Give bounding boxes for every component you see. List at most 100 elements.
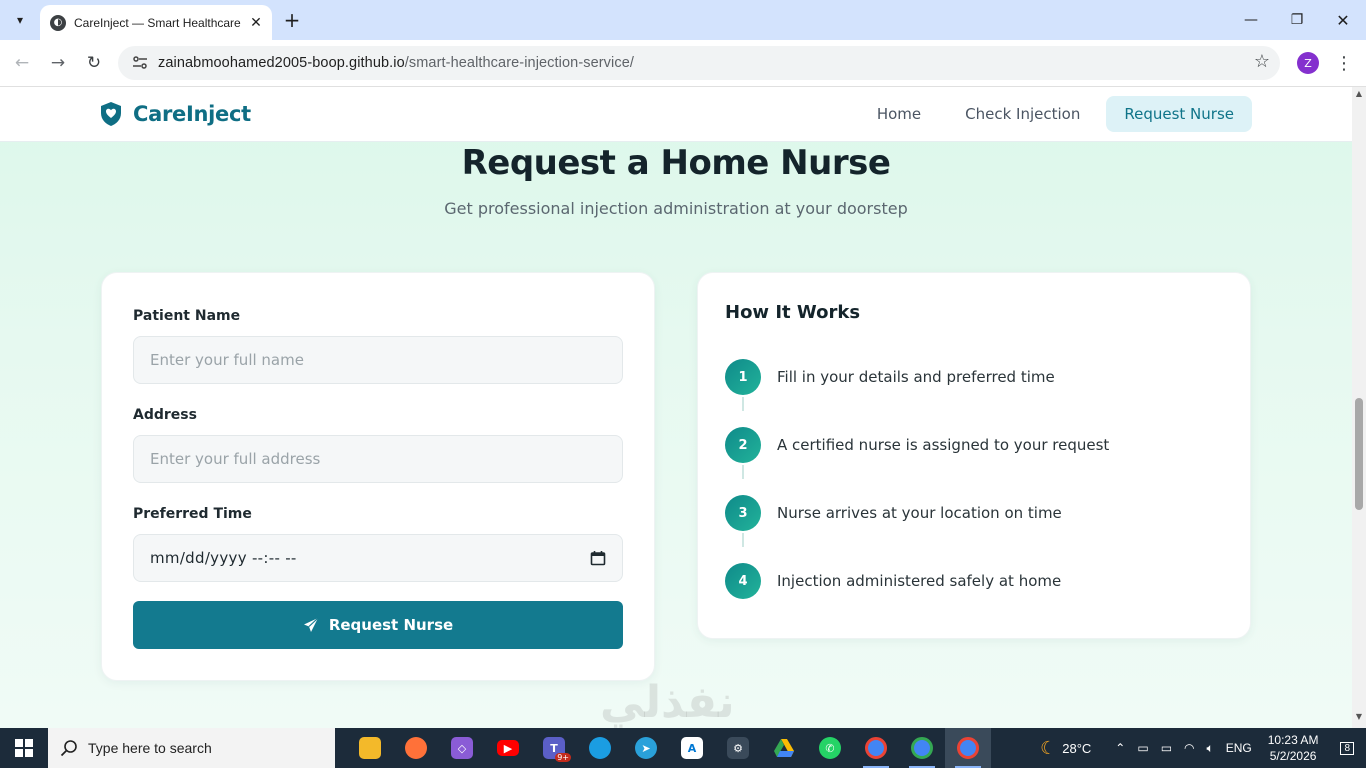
firefox-icon[interactable] — [393, 728, 439, 768]
shield-heart-icon — [101, 102, 121, 126]
app-icon[interactable]: ⚙ — [715, 728, 761, 768]
step-text: Fill in your details and preferred time — [777, 368, 1055, 386]
preferred-time-label: Preferred Time — [133, 506, 252, 522]
how-it-works-card: How It Works 1 Fill in your details and … — [697, 272, 1251, 639]
teams-badge: 9+ — [555, 753, 571, 762]
system-tray: ☾ 28°C ⌃ ▭ ▭ ◠ 🔈︎ ENG 10:23 AM 5/2/2026 … — [1034, 728, 1366, 768]
browser-tab[interactable]: ◐ CareInject — Smart Healthcare ✕ — [40, 5, 272, 40]
visual-studio-icon[interactable]: ◇ — [439, 728, 485, 768]
address-bar[interactable]: zainabmoohamed2005-boop.github.io/smart-… — [118, 46, 1280, 80]
forward-icon[interactable]: → — [45, 50, 71, 76]
profile-avatar[interactable]: Z — [1297, 52, 1319, 74]
request-nurse-button-label: Request Nurse — [328, 616, 454, 634]
page-subtitle: Get professional injection administratio… — [444, 199, 908, 218]
url-path: /smart-healthcare-injection-service/ — [404, 55, 635, 71]
step-text: Nurse arrives at your location on time — [777, 504, 1062, 522]
moon-weather-icon: ☾ — [1040, 737, 1057, 758]
language-indicator[interactable]: ENG — [1220, 741, 1258, 755]
browser-menu-icon[interactable]: ⋮ — [1334, 50, 1354, 76]
nav-request-nurse[interactable]: Request Nurse — [1106, 96, 1252, 132]
nav-home[interactable]: Home — [859, 96, 939, 132]
patient-name-label: Patient Name — [133, 308, 241, 324]
step-number: 2 — [725, 427, 761, 463]
step-connector — [742, 465, 744, 479]
weather-temp: 28°C — [1062, 740, 1092, 756]
chrome-profile-z-icon[interactable] — [899, 728, 945, 768]
new-tab-icon[interactable]: + — [280, 8, 304, 32]
reload-icon[interactable]: ↻ — [81, 50, 107, 76]
taskbar-search[interactable]: Type here to search — [48, 728, 335, 768]
browser-toolbar: ← → ↻ zainabmoohamed2005-boop.github.io/… — [0, 40, 1366, 87]
tab-search-menu-icon[interactable]: ▾ — [8, 8, 32, 32]
bookmark-star-icon[interactable]: ☆ — [1254, 51, 1270, 72]
notification-count: 8 — [1340, 741, 1354, 755]
chrome-profile-e-icon[interactable] — [853, 728, 899, 768]
step-item: 2 A certified nurse is assigned to your … — [725, 427, 1109, 463]
tab-favicon-icon: ◐ — [50, 14, 66, 31]
browser-tabstrip: ▾ ◐ CareInject — Smart Healthcare ✕ + — … — [0, 0, 1366, 40]
scroll-down-icon[interactable]: ▼ — [1352, 712, 1366, 724]
azure-icon[interactable]: A — [669, 728, 715, 768]
taskbar: Type here to search ◇ ▶ T 9+ ➤ A ⚙ ✆ ☾ 28… — [0, 728, 1366, 768]
url-text: zainabmoohamed2005-boop.github.io/smart-… — [158, 55, 634, 71]
close-window-icon[interactable]: ✕ — [1320, 0, 1366, 40]
youtube-icon[interactable]: ▶ — [485, 728, 531, 768]
weather-widget[interactable]: ☾ 28°C — [1034, 738, 1097, 759]
search-icon — [60, 740, 77, 757]
step-number: 3 — [725, 495, 761, 531]
wifi-icon[interactable]: ◠ — [1178, 741, 1200, 755]
step-number: 4 — [725, 563, 761, 599]
address-label: Address — [133, 407, 197, 423]
calendar-icon[interactable] — [590, 550, 606, 566]
volume-icon[interactable]: 🔈︎ — [1201, 741, 1220, 756]
notification-center-icon[interactable]: 8 — [1328, 741, 1366, 755]
tab-close-icon[interactable]: ✕ — [248, 15, 264, 31]
search-placeholder: Type here to search — [88, 740, 212, 756]
show-hidden-icons-icon[interactable]: ⌃ — [1109, 741, 1131, 755]
site-info-icon[interactable] — [128, 51, 152, 75]
whatsapp-icon[interactable]: ✆ — [807, 728, 853, 768]
clock[interactable]: 10:23 AM 5/2/2026 — [1258, 732, 1329, 764]
clock-time: 10:23 AM — [1267, 733, 1319, 747]
request-form-card: Patient Name Address Preferred Time mm/d… — [101, 272, 655, 681]
tab-title: CareInject — Smart Healthcare — [74, 15, 241, 30]
request-nurse-button[interactable]: Request Nurse — [133, 601, 623, 649]
step-connector — [742, 533, 744, 547]
preferred-time-value: mm/dd/yyyy --:-- -- — [150, 549, 297, 567]
how-it-works-title: How It Works — [725, 302, 861, 323]
preferred-time-input[interactable]: mm/dd/yyyy --:-- -- — [133, 534, 623, 582]
back-icon[interactable]: ← — [9, 50, 35, 76]
page-viewport: CareInject Home Check Injection Request … — [0, 87, 1352, 728]
step-connector — [742, 397, 744, 411]
brand-logo[interactable]: CareInject — [99, 101, 251, 127]
telegram-icon[interactable]: ➤ — [623, 728, 669, 768]
step-text: A certified nurse is assigned to your re… — [777, 436, 1110, 454]
google-drive-icon[interactable] — [761, 728, 807, 768]
main-nav: Home Check Injection Request Nurse — [859, 96, 1252, 132]
restore-icon[interactable]: ❐ — [1274, 0, 1320, 40]
step-item: 1 Fill in your details and preferred tim… — [725, 359, 1055, 395]
windows-start-icon[interactable] — [0, 728, 48, 768]
clock-date: 5/2/2026 — [1269, 749, 1317, 763]
file-explorer-icon[interactable] — [347, 728, 393, 768]
page-title: Request a Home Nurse — [461, 143, 891, 183]
step-item: 4 Injection administered safely at home — [725, 563, 1061, 599]
battery-icon[interactable]: ▭ — [1155, 741, 1178, 755]
brand-name: CareInject — [133, 102, 251, 126]
watermark-text: نفذلي — [600, 677, 735, 728]
step-number: 1 — [725, 359, 761, 395]
nav-check-injection[interactable]: Check Injection — [947, 96, 1098, 132]
site-header: CareInject Home Check Injection Request … — [0, 87, 1352, 142]
edge-icon[interactable] — [577, 728, 623, 768]
meet-now-icon[interactable]: ▭ — [1131, 741, 1154, 755]
chrome-active-icon[interactable] — [945, 728, 991, 768]
patient-name-input[interactable] — [133, 336, 623, 384]
step-text: Injection administered safely at home — [777, 572, 1062, 590]
address-input[interactable] — [133, 435, 623, 483]
minimize-icon[interactable]: — — [1228, 0, 1274, 40]
scroll-up-icon[interactable]: ▲ — [1352, 89, 1366, 101]
taskbar-apps: ◇ ▶ T 9+ ➤ A ⚙ ✆ — [347, 728, 991, 768]
teams-icon[interactable]: T 9+ — [531, 728, 577, 768]
scrollbar-thumb[interactable] — [1355, 398, 1363, 510]
step-item: 3 Nurse arrives at your location on time — [725, 495, 1062, 531]
